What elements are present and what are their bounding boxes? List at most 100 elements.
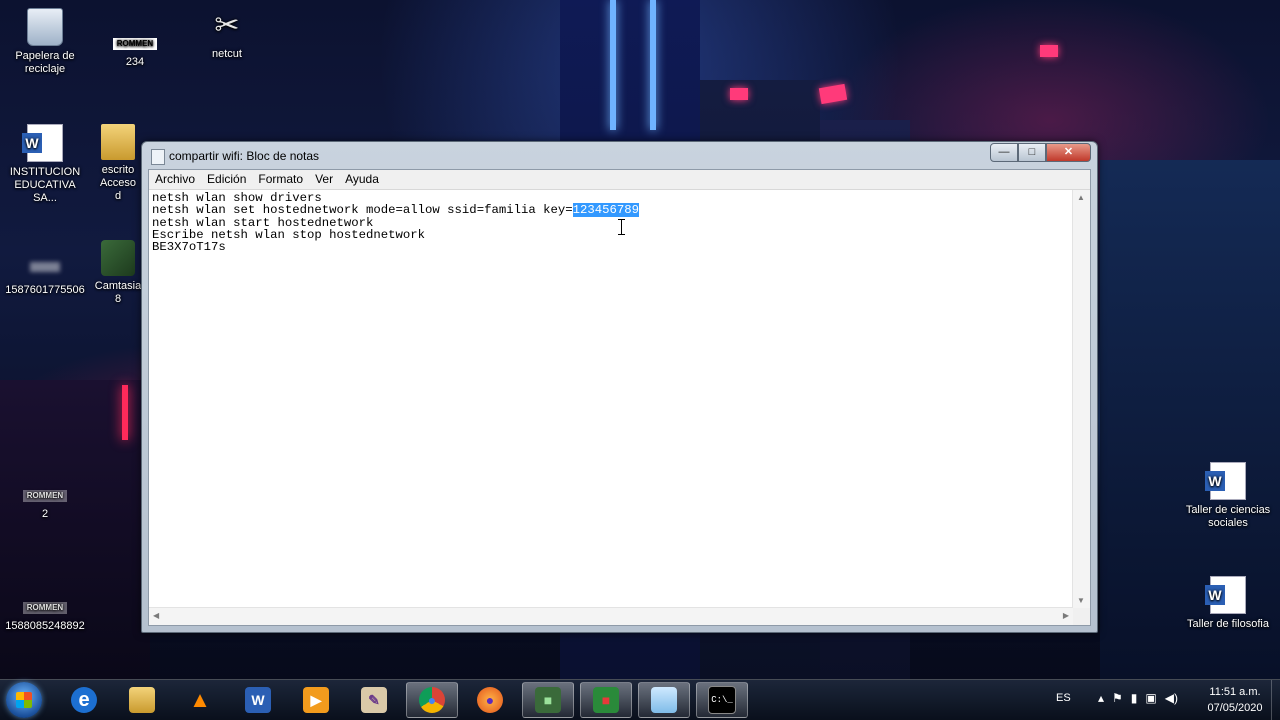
vlc-icon: ▲	[189, 687, 211, 712]
desktop-icon-1588085248892[interactable]: ROMMEN 1588085248892	[0, 602, 90, 633]
rommen-logo-icon: ROMMEN	[23, 490, 67, 502]
taskbar-vlc[interactable]: ▲	[174, 682, 226, 718]
file-explorer-icon	[129, 687, 155, 713]
notepad-client: Archivo Edición Formato Ver Ayuda netsh …	[148, 169, 1091, 626]
camtasia-recorder-icon: ■	[593, 687, 619, 713]
desktop-icon-label: escrito Acceso d	[99, 164, 137, 202]
recycle-bin-icon	[27, 8, 63, 46]
clock-time: 11:51 a.m.	[1209, 686, 1261, 698]
window-title: compartir wifi: Bloc de notas	[169, 149, 320, 163]
taskbar-media-player[interactable]: ▶	[290, 682, 342, 718]
taskbar-file-explorer[interactable]	[116, 682, 168, 718]
taskbar-chrome[interactable]: ●	[406, 682, 458, 718]
text-line: netsh wlan show drivers	[152, 191, 322, 205]
clock[interactable]: 11:51 a.m. 07/05/2020	[1200, 684, 1270, 716]
taskbar-word[interactable]: W	[232, 682, 284, 718]
flag-icon[interactable]: ⚑	[1112, 691, 1123, 705]
desktop-icon-institucion[interactable]: INSTITUCION EDUCATIVA SA...	[0, 124, 90, 205]
menu-formato[interactable]: Formato	[252, 170, 309, 189]
start-button[interactable]	[6, 682, 42, 718]
desktop-icon-label: Camtasia 8	[94, 280, 142, 305]
scissors-icon: ✂	[214, 9, 240, 42]
rommen-logo-icon: ROMMEN	[23, 602, 67, 614]
paint-icon: ✎	[361, 687, 387, 713]
menu-bar: Archivo Edición Formato Ver Ayuda	[149, 170, 1090, 190]
close-button[interactable]: ✕	[1046, 143, 1091, 162]
scroll-up-icon[interactable]: ▲	[1077, 193, 1085, 202]
volume-icon[interactable]: ◀)	[1165, 691, 1178, 705]
media-player-icon: ▶	[303, 687, 329, 713]
maximize-button[interactable]: □	[1018, 143, 1046, 162]
clock-date: 07/05/2020	[1207, 702, 1263, 714]
taskbar-camtasia-recorder[interactable]: ■	[580, 682, 632, 718]
desktop-icon-camtasia[interactable]: Camtasia 8	[94, 240, 142, 306]
taskbar-cmd[interactable]: C:\_	[696, 682, 748, 718]
tray-icons: ▴ ⚑ ▮ ▣ ◀)	[1098, 691, 1178, 705]
text-editor[interactable]: netsh wlan show drivers netsh wlan set h…	[149, 190, 1073, 608]
desktop-icon-label: INSTITUCION EDUCATIVA SA...	[9, 166, 81, 204]
desktop-icon-label: Papelera de reciclaje	[15, 50, 75, 75]
word-icon: W	[245, 687, 271, 713]
language-indicator[interactable]: ES	[1056, 692, 1071, 704]
selected-text: 123456789	[572, 203, 640, 218]
taskbar-paint[interactable]: ✎	[348, 682, 400, 718]
notepad-window[interactable]: compartir wifi: Bloc de notas — □ ✕ Arch…	[141, 141, 1098, 633]
taskbar-internet-explorer[interactable]: e	[58, 682, 110, 718]
desktop-icon-234[interactable]: ROMMEN 234	[90, 38, 180, 69]
text-line: BE3X7oT17s	[152, 240, 226, 255]
show-hidden-icons-icon[interactable]: ▴	[1098, 691, 1104, 705]
cmd-icon: C:\_	[708, 686, 736, 714]
menu-ver[interactable]: Ver	[309, 170, 339, 189]
word-document-icon	[1205, 576, 1246, 614]
menu-ayuda[interactable]: Ayuda	[339, 170, 385, 189]
chrome-icon: ●	[419, 687, 445, 713]
desktop-icon-label: 1587601775506	[5, 284, 85, 296]
internet-explorer-icon: e	[71, 687, 97, 713]
desktop-icon-label: Taller de ciencias sociales	[1185, 504, 1271, 529]
desktop-icon-1587601775506[interactable]: 1587601775506	[0, 252, 90, 297]
desktop-icon-recycle-bin[interactable]: Papelera de reciclaje	[0, 8, 90, 76]
word-document-icon	[1205, 462, 1246, 500]
desktop-icon-label: netcut	[212, 48, 242, 60]
taskbar-notepad[interactable]	[638, 682, 690, 718]
horizontal-scrollbar[interactable]: ◀ ▶	[149, 607, 1073, 625]
desktop-icon-taller-ciencias[interactable]: Taller de ciencias sociales	[1183, 462, 1273, 530]
menu-archivo[interactable]: Archivo	[149, 170, 201, 189]
scroll-left-icon[interactable]: ◀	[153, 611, 159, 620]
windows-logo-icon	[16, 692, 32, 708]
desktop-icon-label: 2	[41, 508, 49, 520]
camtasia-icon: ■	[535, 687, 561, 713]
taskbar-camtasia[interactable]: ■	[522, 682, 574, 718]
text-line: netsh wlan set hostednetwork mode=allow …	[149, 203, 1073, 218]
show-desktop-button[interactable]	[1271, 680, 1280, 720]
taskbar-firefox[interactable]: ●	[464, 682, 516, 718]
battery-icon[interactable]: ▮	[1131, 691, 1138, 705]
desktop-icon-taller-filosofia[interactable]: Taller de filosofia	[1183, 576, 1273, 631]
rommen-logo-icon: ROMMEN	[113, 38, 157, 50]
size-grip[interactable]	[1073, 608, 1090, 625]
word-document-icon	[22, 124, 63, 162]
menu-edicion[interactable]: Edición	[201, 170, 252, 189]
scroll-down-icon[interactable]: ▼	[1077, 596, 1085, 605]
desktop-icon-label: 1588085248892	[5, 620, 85, 632]
network-icon[interactable]: ▣	[1145, 691, 1156, 705]
scroll-right-icon[interactable]: ▶	[1063, 611, 1069, 620]
desktop-icon-label: 234	[125, 56, 145, 68]
taskbar: e ▲ W ▶ ✎ ● ● ■ ■ C:\_ ES ▴ ⚑ ▮ ▣ ◀) 11:…	[0, 679, 1280, 720]
desktop-icon-escritorio[interactable]: escrito Acceso d	[96, 124, 140, 203]
vertical-scrollbar[interactable]: ▲ ▼	[1072, 190, 1090, 608]
window-controls: — □ ✕	[990, 143, 1091, 162]
notepad-icon	[651, 687, 677, 713]
firefox-icon: ●	[477, 687, 503, 713]
folder-shortcut-icon	[101, 124, 135, 160]
tower-neon	[610, 0, 616, 130]
notepad-icon	[151, 149, 165, 165]
minimize-button[interactable]: —	[990, 143, 1018, 162]
text-line: Escribe netsh wlan stop hostednetwork	[152, 227, 426, 242]
text-cursor-icon	[618, 219, 626, 235]
image-file-icon	[30, 262, 60, 272]
title-bar[interactable]: compartir wifi: Bloc de notas — □ ✕	[142, 142, 1097, 168]
desktop-icon-netcut[interactable]: ✂ netcut	[182, 8, 272, 61]
desktop-icon-2[interactable]: ROMMEN 2	[0, 490, 90, 521]
desktop-icon-label: Taller de filosofia	[1187, 618, 1269, 630]
